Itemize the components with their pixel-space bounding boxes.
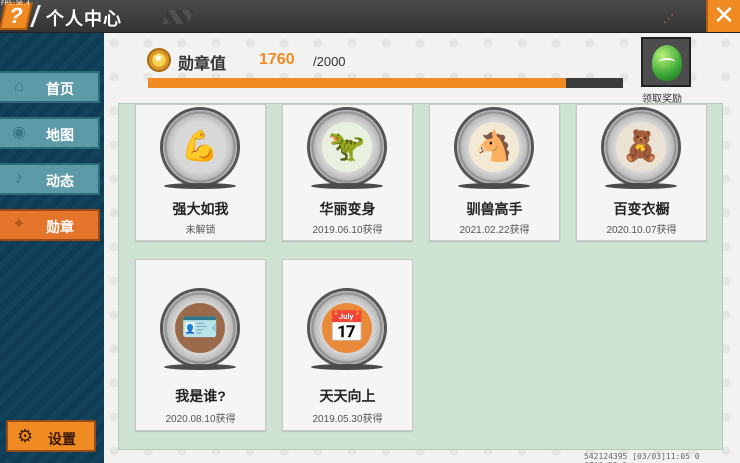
claim-reward-button[interactable] [641,37,691,87]
badge-card[interactable]: 🐴 驯兽高手 2021.02.22获得 [429,104,560,241]
badge-pedestal [311,364,383,370]
badge-pedestal [605,183,677,189]
build-info: 542124395 [03/03]11:05 0 [7]0.52.1 [584,452,700,463]
badge-title: 驯兽高手 [466,201,523,217]
badge-image: 🪪 [175,303,225,353]
sidebar-item-label: 首页 [46,81,74,97]
badge-medal: 📅 [307,288,387,368]
badge-date: 2019.06.10获得 [312,225,383,236]
fps-counter: FPS:30.4 [1,0,30,7]
medal-points-icon [147,48,171,72]
badge-title: 强大如我 [172,201,229,217]
title-decoration [162,10,194,24]
title-bar: ? FPS:30.4 个人中心 ⋰ ✕ [0,0,740,33]
badge-image: 🦖 [322,122,372,172]
badge-date: 2020.08.10获得 [165,414,236,425]
page-title: 个人中心 [46,9,122,29]
medal-icon: ✦ [12,216,26,233]
badge-card[interactable]: 🧸 百变衣橱 2020.10.07获得 [576,104,707,241]
badge-pedestal [164,183,236,189]
badge-image: 💪 [175,122,225,172]
badge-grid: 💪 强大如我 未解锁 🦖 华丽变身 2019.06.10获得 🐴 驯兽高手 20… [118,103,723,450]
medal-progress-bar [148,78,623,88]
bell-icon: ♪ [15,170,23,187]
gear-icon: ⚙ [17,426,34,446]
badge-card[interactable]: 🪪 我是谁? 2020.08.10获得 [135,259,266,431]
badge-image: 📅 [322,303,372,353]
badge-card[interactable]: 📅 天天向上 2019.05.30获得 [282,259,413,431]
badge-medal: 🐴 [454,107,534,187]
badge-card[interactable]: 💪 强大如我 未解锁 [135,104,266,241]
sidebar-item-map[interactable]: ◉ 地图 [0,117,100,149]
medal-points-label: 勋章值 [178,56,227,73]
sidebar-item-label: 勋章 [46,219,74,235]
settings-button[interactable]: ⚙ 设置 [6,420,96,452]
badge-image: 🐴 [469,122,519,172]
badge-status: 未解锁 [185,225,216,236]
sidebar-item-medals[interactable]: ✦ 勋章 [0,209,100,241]
badge-pedestal [164,364,236,370]
egg-icon [652,45,682,81]
signal-icon: ⋰ [663,13,674,25]
badge-card[interactable]: 🦖 华丽变身 2019.06.10获得 [282,104,413,241]
sidebar-item-label: 地图 [46,127,74,143]
badge-date: 2019.05.30获得 [312,414,383,425]
badge-date: 2020.10.07获得 [606,225,677,236]
sidebar: ⌂ 首页 ◉ 地图 ♪ 动态 ✦ 勋章 ⚙ 设置 [0,33,104,463]
close-icon: ✕ [713,0,735,30]
sidebar-item-label: 动态 [46,173,74,189]
badge-medal: 🧸 [601,107,681,187]
medal-progress-fill [148,78,566,88]
medal-points-value: 1760 [259,51,295,68]
badge-medal: 🪪 [160,288,240,368]
sidebar-item-home[interactable]: ⌂ 首页 [0,71,100,103]
badge-image: 🧸 [616,122,666,172]
badge-title: 华丽变身 [319,201,376,217]
badge-pedestal [311,183,383,189]
badge-medal: 🦖 [307,107,387,187]
medal-points-max: /2000 [313,54,346,69]
sidebar-item-feed[interactable]: ♪ 动态 [0,163,100,195]
map-icon: ◉ [12,124,26,141]
title-divider [29,5,42,27]
close-button[interactable]: ✕ [706,0,740,32]
badge-medal: 💪 [160,107,240,187]
settings-label: 设置 [48,431,76,447]
badge-date: 2021.02.22获得 [459,225,530,236]
badge-title: 我是谁? [175,388,226,404]
badge-title: 天天向上 [319,388,376,404]
badge-pedestal [458,183,530,189]
badge-title: 百变衣橱 [613,201,670,217]
home-icon: ⌂ [14,78,24,95]
